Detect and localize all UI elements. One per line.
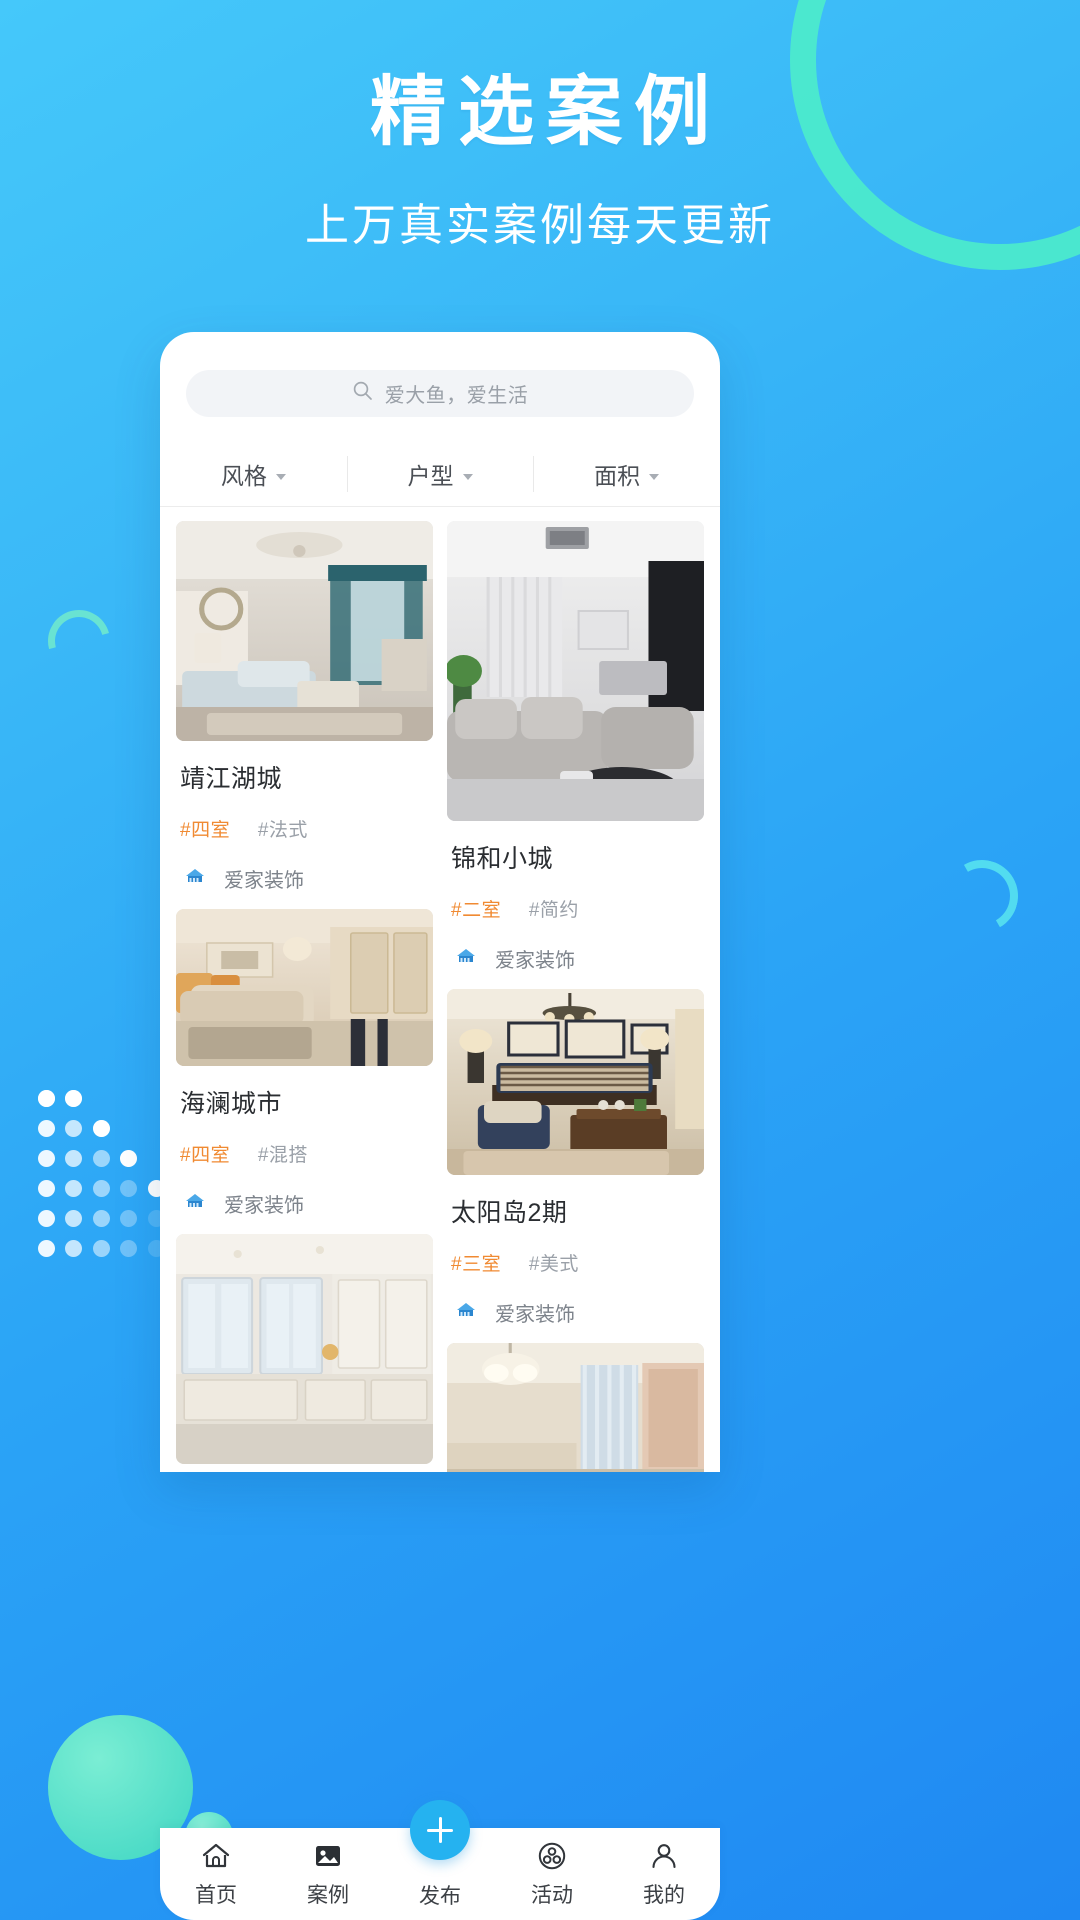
tab-publish[interactable]: 发布 (384, 1800, 496, 1910)
plus-icon[interactable] (410, 1800, 470, 1860)
chevron-down-icon (462, 473, 473, 480)
shop-name: 爱家装饰 (495, 950, 575, 972)
filter-style-label: 风格 (220, 462, 267, 489)
case-list: 靖江湖城 #四室 #法式 爱家装饰 海澜城市 #四室 #混搭 爱家装饰 锦和小城… (160, 507, 720, 1472)
filter-bar: 风格 户型 面积 (160, 441, 720, 507)
tab-activity-label: 活动 (531, 1884, 573, 1907)
case-shop[interactable]: 爱家装饰 (455, 944, 704, 973)
case-thumbnail[interactable] (176, 521, 433, 741)
case-thumbnail[interactable] (447, 989, 704, 1175)
case-title: 太阳岛2期 (451, 1199, 568, 1227)
tab-activity[interactable]: 活动 (496, 1828, 608, 1909)
case-thumbnail[interactable] (447, 1343, 704, 1472)
search-placeholder: 爱大鱼，爱生活 (384, 385, 529, 407)
case-thumbnail[interactable] (176, 909, 433, 1066)
case-card[interactable]: 靖江湖城 #四室 #法式 爱家装饰 (176, 521, 433, 893)
bottom-tab-bar: 首页 案例 发布 活动 我的 (160, 1800, 720, 1920)
shop-name: 爱家装饰 (495, 1304, 575, 1326)
page-subtitle: 上万真实案例每天更新 (305, 201, 775, 251)
tag-room: #三室 (451, 1254, 502, 1275)
case-card[interactable]: 锦和小城 #二室 #简约 爱家装饰 (447, 521, 704, 973)
tag-style: #混搭 (257, 1145, 308, 1166)
page-title: 精选案例 (370, 67, 722, 156)
shop-house-icon (455, 1301, 477, 1324)
case-tags: #二室 #简约 (451, 895, 704, 922)
shop-house-icon (455, 947, 477, 970)
case-tags: #四室 #法式 (180, 815, 433, 842)
decor-dot-grid (38, 1090, 171, 1270)
image-icon (313, 1838, 343, 1874)
case-shop[interactable]: 爱家装饰 (455, 1298, 704, 1327)
case-shop[interactable]: 爱家装饰 (184, 1189, 433, 1218)
tag-room: #四室 (180, 1145, 231, 1166)
tab-profile[interactable]: 我的 (608, 1828, 720, 1909)
case-card[interactable] (447, 1343, 704, 1472)
case-title: 锦和小城 (451, 845, 554, 873)
search-input[interactable]: 爱大鱼，爱生活 (186, 370, 694, 417)
case-column-right: 锦和小城 #二室 #简约 爱家装饰 太阳岛2期 #三室 #美式 爱家装饰 (447, 521, 704, 1472)
tag-room: #四室 (180, 820, 231, 841)
case-thumbnail[interactable] (447, 521, 704, 821)
person-icon (649, 1838, 679, 1874)
filter-style[interactable]: 风格 (160, 452, 347, 496)
case-thumbnail[interactable] (176, 1234, 433, 1464)
tab-home-label: 首页 (195, 1884, 237, 1907)
home-icon (201, 1838, 231, 1874)
phone-mockup: 爱大鱼，爱生活 风格 户型 面积 靖江湖城 #四室 #法式 爱家装饰 海澜城市 … (160, 332, 720, 1472)
case-title: 海澜城市 (180, 1090, 283, 1118)
activity-circles-icon (537, 1838, 567, 1874)
promo-heading-block: 精选案例 上万真实案例每天更新 (0, 0, 1080, 253)
chevron-down-icon (649, 473, 660, 480)
tag-style: #美式 (528, 1254, 579, 1275)
shop-house-icon (184, 867, 206, 890)
filter-area[interactable]: 面积 (533, 452, 720, 496)
shop-name: 爱家装饰 (224, 1195, 304, 1217)
filter-layout[interactable]: 户型 (346, 452, 534, 496)
filter-layout-label: 户型 (407, 462, 454, 489)
case-column-left: 靖江湖城 #四室 #法式 爱家装饰 海澜城市 #四室 #混搭 爱家装饰 (176, 521, 433, 1472)
tab-cases[interactable]: 案例 (272, 1828, 384, 1909)
tag-style: #简约 (528, 900, 579, 921)
tab-profile-label: 我的 (643, 1884, 685, 1907)
tab-publish-label: 发布 (419, 1885, 461, 1908)
case-shop[interactable]: 爱家装饰 (184, 864, 433, 893)
tab-cases-label: 案例 (307, 1884, 349, 1907)
case-card[interactable]: 太阳岛2期 #三室 #美式 爱家装饰 (447, 989, 704, 1327)
tab-home[interactable]: 首页 (160, 1828, 272, 1909)
case-card[interactable] (176, 1234, 433, 1464)
decor-ring-left (36, 598, 122, 684)
chevron-down-icon (275, 473, 286, 480)
tag-room: #二室 (451, 900, 502, 921)
case-card[interactable]: 海澜城市 #四室 #混搭 爱家装饰 (176, 909, 433, 1218)
case-tags: #四室 #混搭 (180, 1140, 433, 1167)
decor-ring-right (937, 851, 1027, 941)
case-title: 靖江湖城 (180, 765, 283, 793)
filter-area-label: 面积 (594, 462, 641, 489)
case-tags: #三室 #美式 (451, 1249, 704, 1276)
shop-house-icon (184, 1192, 206, 1215)
tag-style: #法式 (257, 820, 308, 841)
shop-name: 爱家装饰 (224, 870, 304, 892)
search-icon (352, 380, 374, 407)
